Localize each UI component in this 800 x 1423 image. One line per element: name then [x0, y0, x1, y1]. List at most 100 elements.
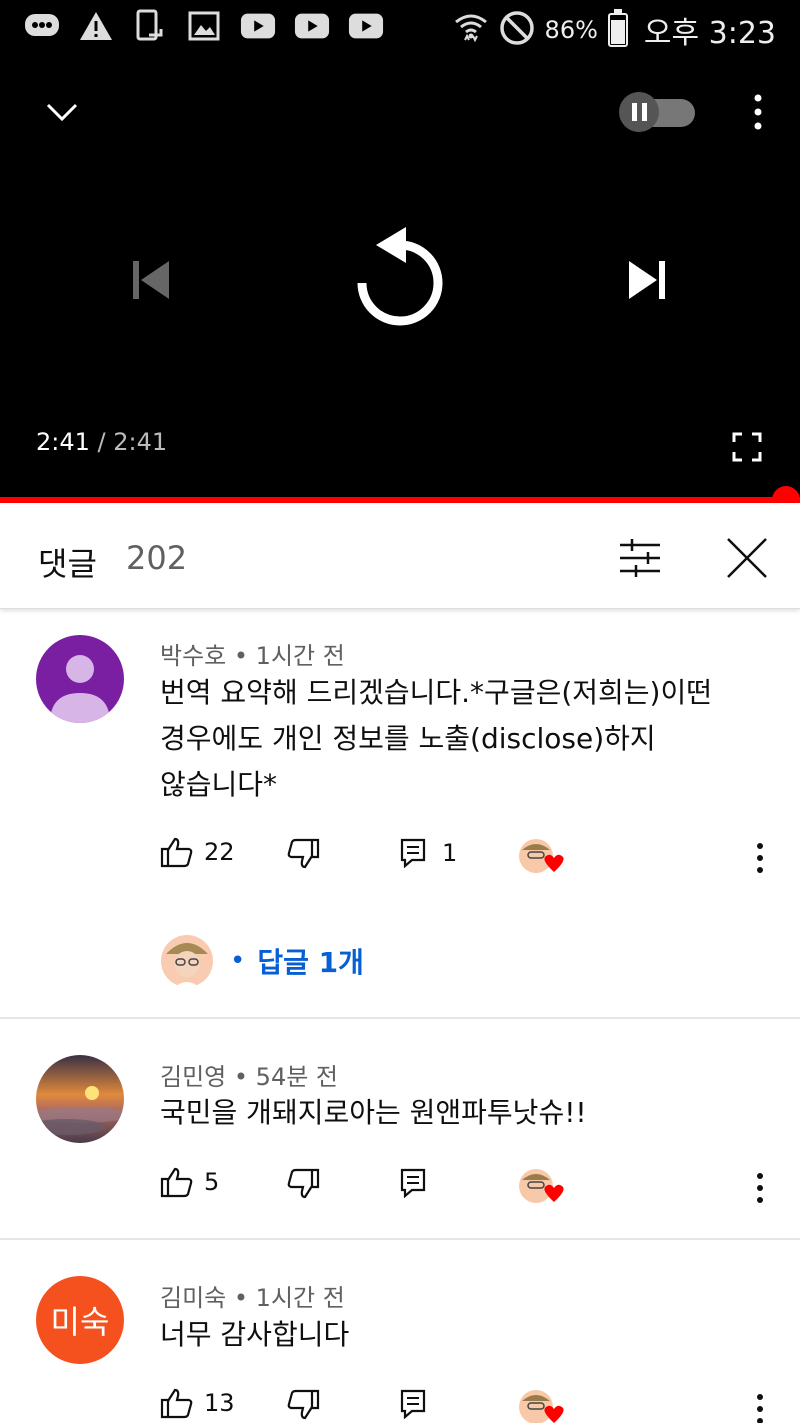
comment-actions: 5: [0, 1162, 800, 1212]
avatar[interactable]: 미숙: [36, 1276, 124, 1364]
sliders-icon: [620, 539, 660, 577]
comment-author[interactable]: 박수호: [160, 642, 226, 670]
creator-heart-icon: [519, 839, 564, 873]
thumbs-up-icon: [160, 837, 193, 868]
screen-share-icon: [132, 9, 168, 42]
comment-meta: 김미숙 • 1시간 전: [160, 1284, 345, 1312]
video-player[interactable]: 2:41 / 2:41: [0, 56, 800, 498]
avatar[interactable]: [36, 1055, 124, 1143]
comment-text-line: 번역 요약해 드리겠습니다.*구글은(저희는)이떤: [160, 676, 712, 709]
vertical-dots-icon: [754, 94, 762, 130]
like-button[interactable]: 5: [160, 1166, 219, 1198]
reply-icon: [400, 838, 426, 868]
battery-percent: 86%: [544, 16, 598, 44]
skip-previous-icon: [133, 261, 169, 299]
like-button[interactable]: 13: [160, 1387, 235, 1419]
sunset-photo-icon: [36, 1055, 124, 1143]
comment-meta: 박수호 • 1시간 전: [160, 642, 345, 670]
divider: [0, 1017, 800, 1019]
creator-heart: [518, 836, 564, 876]
comment-text-line: 너무 감사합니다: [160, 1318, 350, 1351]
notification-icons: [24, 9, 384, 42]
previous-button[interactable]: [122, 252, 178, 308]
thumbs-down-icon: [287, 838, 320, 869]
wifi-icon: [453, 10, 489, 50]
time-display: 2:41 / 2:41: [36, 428, 167, 456]
like-button[interactable]: 22: [160, 836, 235, 868]
comment-author[interactable]: 김미숙: [160, 1284, 226, 1312]
duration: 2:41: [113, 428, 168, 456]
close-comments-button[interactable]: [722, 533, 772, 583]
reply-button[interactable]: [400, 1168, 426, 1198]
comment-text: 국민을 개돼지로아는 원앤파투낫슈!!: [160, 1090, 760, 1136]
avatar[interactable]: [36, 635, 124, 723]
creator-avatar-icon: [161, 935, 213, 988]
comment-time: 1시간 전: [255, 1284, 345, 1312]
creator-heart-icon: [519, 1169, 564, 1203]
dislike-button[interactable]: [286, 838, 320, 870]
chevron-down-icon: [46, 103, 78, 122]
time-separator: /: [97, 428, 106, 456]
pause-toggle-icon: [619, 92, 695, 132]
reply-button[interactable]: [400, 1389, 426, 1419]
like-count: 22: [204, 838, 235, 866]
close-icon: [727, 538, 767, 578]
comment-more-button[interactable]: [748, 1168, 772, 1208]
replay-icon: [357, 227, 443, 326]
system-status: 86% 오후 3:23: [453, 8, 776, 52]
youtube-icon: [348, 10, 384, 42]
divider: [0, 1238, 800, 1240]
comment-time: 54분 전: [255, 1063, 338, 1091]
next-button[interactable]: [620, 252, 676, 308]
dnd-icon: [499, 10, 535, 50]
comment-meta: 김민영 • 54분 전: [160, 1063, 338, 1091]
creator-heart-icon: [519, 1390, 564, 1423]
minimize-button[interactable]: [40, 90, 84, 134]
like-count: 5: [204, 1168, 220, 1196]
thumbs-down-icon: [287, 1168, 320, 1199]
reply-count: 1: [442, 839, 458, 867]
creator-heart: [518, 1166, 564, 1206]
comment-time: 1시간 전: [255, 642, 345, 670]
status-bar: 86% 오후 3:23: [0, 0, 800, 56]
youtube-icon: [294, 10, 330, 42]
thumbs-up-icon: [160, 1167, 193, 1198]
vertical-dots-icon: [757, 1394, 763, 1423]
dislike-button[interactable]: [286, 1389, 320, 1421]
comment-text-line: 경우에도 개인 정보를 노출(disclose)하지: [160, 722, 656, 755]
current-time: 2:41: [36, 428, 90, 456]
gallery-icon: [186, 10, 222, 42]
dislike-button[interactable]: [286, 1168, 320, 1200]
comment-text-line: 않습니다*: [160, 768, 278, 801]
comment-actions: 22 1: [0, 832, 800, 882]
comment-more-button[interactable]: [748, 1389, 772, 1423]
vertical-dots-icon: [757, 1173, 763, 1203]
fullscreen-icon: [732, 432, 762, 462]
comment-text: 번역 요약해 드리겠습니다.*구글은(저희는)이떤 경우에도 개인 정보를 노출…: [160, 670, 760, 808]
battery-icon: [607, 9, 628, 47]
comments-title: 댓글: [38, 545, 97, 583]
skip-next-icon: [629, 261, 665, 299]
view-replies-button[interactable]: • 답글 1개: [160, 934, 364, 988]
bullet-icon: •: [230, 946, 246, 976]
comment-actions: 13: [0, 1383, 800, 1423]
comment-text-line: 국민을 개돼지로아는 원앤파투낫슈!!: [160, 1096, 587, 1129]
comment-more-button[interactable]: [748, 838, 772, 878]
comments-count: 202: [126, 539, 188, 577]
thumbs-down-icon: [287, 1389, 320, 1420]
reply-icon: [400, 1168, 426, 1198]
like-count: 13: [204, 1389, 235, 1417]
replay-button[interactable]: [350, 216, 450, 336]
fullscreen-button[interactable]: [726, 426, 768, 468]
reply-icon: [400, 1389, 426, 1419]
reply-button[interactable]: 1: [400, 838, 457, 868]
comment-text: 너무 감사합니다: [160, 1312, 760, 1358]
comment-author[interactable]: 김민영: [160, 1063, 226, 1091]
sort-comments-button[interactable]: [614, 533, 664, 583]
replies-label[interactable]: 답글 1개: [257, 941, 364, 981]
clock: 오후 3:23: [643, 16, 776, 51]
autoplay-toggle[interactable]: [614, 90, 700, 134]
chat-icon: [24, 10, 60, 42]
more-options-button[interactable]: [740, 90, 776, 134]
comments-header: 댓글 202: [0, 503, 800, 609]
